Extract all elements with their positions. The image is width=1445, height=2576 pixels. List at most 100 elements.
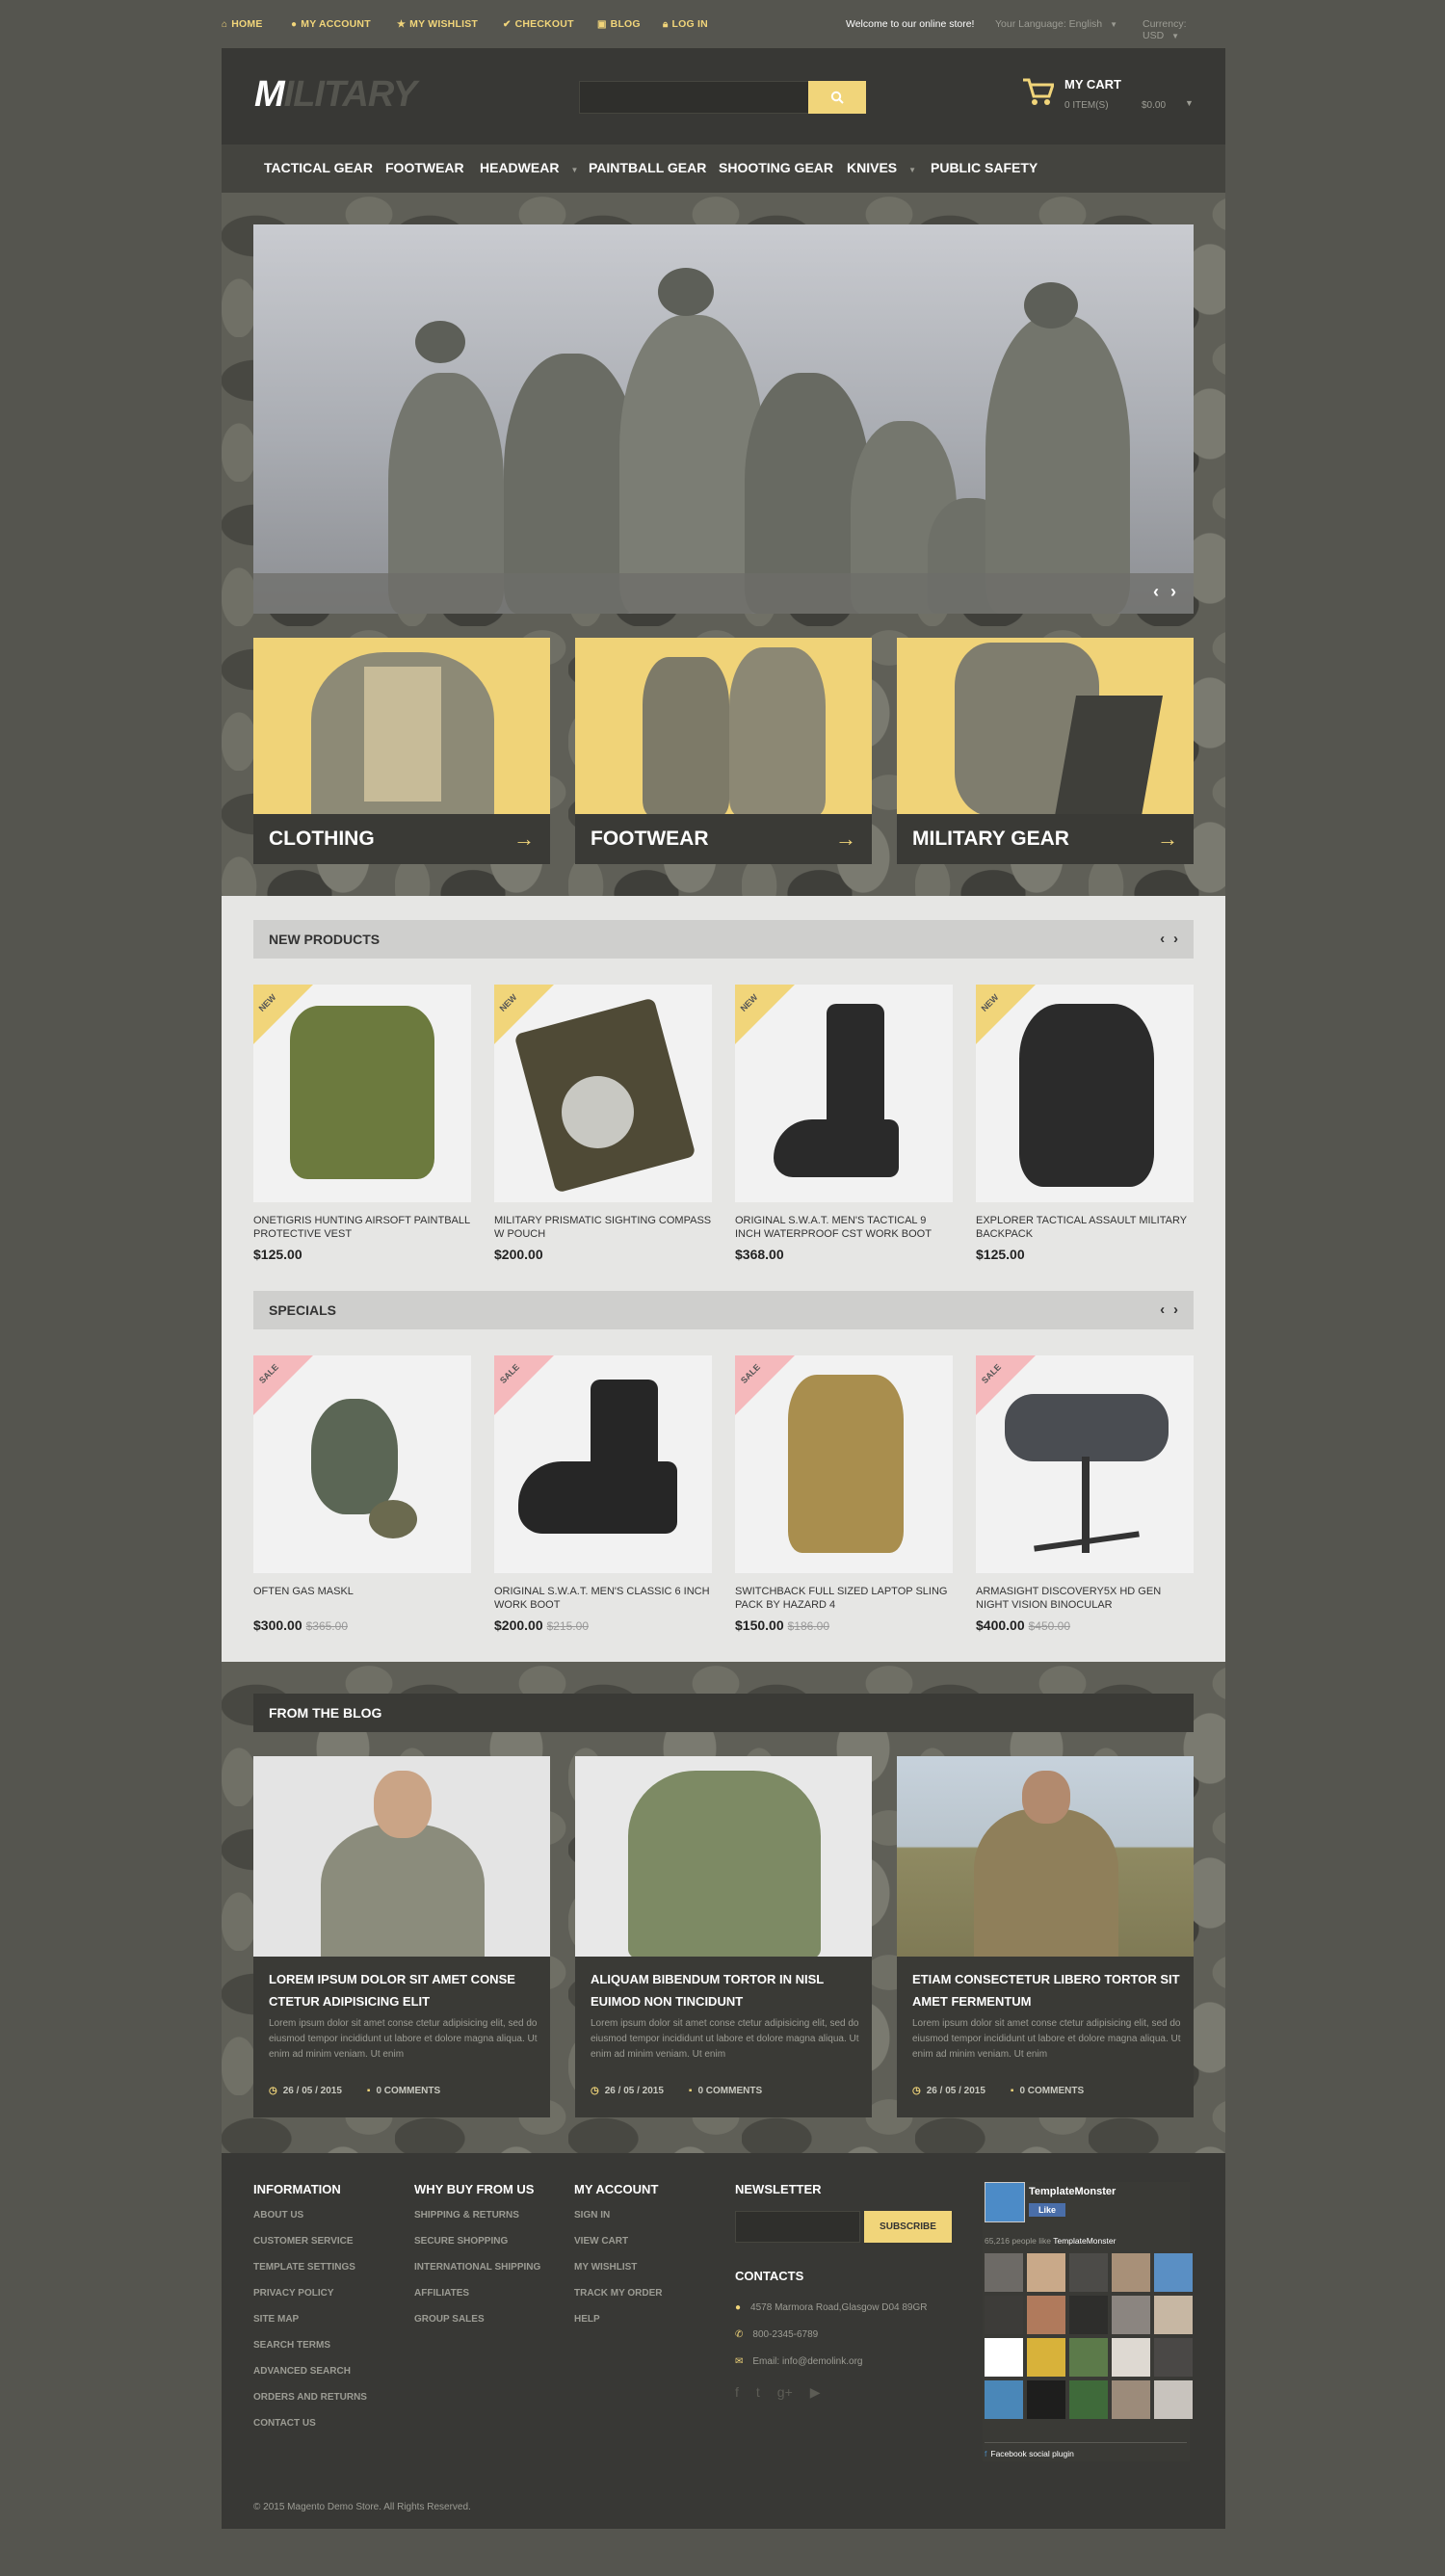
product-image[interactable]: SALE	[976, 1355, 1194, 1573]
slider-next-icon[interactable]: ›	[1170, 582, 1176, 602]
footer-link[interactable]: SITE MAP	[253, 2314, 367, 2325]
newsletter-email-input[interactable]	[735, 2211, 860, 2243]
footer-link[interactable]: ABOUT US	[253, 2210, 367, 2221]
banner-military-gear[interactable]: MILITARY GEAR →	[897, 638, 1194, 864]
blog-post-title[interactable]: ETIAM CONSECTETUR LIBERO TORTOR SIT AMET…	[912, 1968, 1182, 2012]
nav-shooting-gear[interactable]: SHOOTING GEAR	[719, 160, 833, 175]
top-link-my-wishlist[interactable]: ★ MY WISHLIST	[397, 18, 478, 30]
comments-link[interactable]: ▪ 0 COMMENTS	[689, 2086, 762, 2096]
top-link-home[interactable]: ⌂ HOME	[222, 18, 263, 30]
footer-link[interactable]: ORDERS AND RETURNS	[253, 2392, 367, 2403]
twitter-icon[interactable]: t	[756, 2384, 760, 2401]
top-link-my-account[interactable]: ● MY ACCOUNT	[291, 18, 371, 30]
slider-prev-icon[interactable]: ‹	[1153, 582, 1159, 602]
fan-avatar[interactable]	[1027, 2338, 1065, 2377]
fan-avatar[interactable]	[1069, 2253, 1108, 2292]
next-arrow-icon[interactable]: ›	[1173, 1301, 1178, 1318]
product-name[interactable]: SWITCHBACK FULL SIZED LAPTOP SLING PACK …	[735, 1585, 953, 1612]
fan-avatar[interactable]	[985, 2338, 1023, 2377]
fan-avatar[interactable]	[1154, 2380, 1193, 2419]
fan-avatar[interactable]	[1027, 2253, 1065, 2292]
fan-avatar[interactable]	[1069, 2380, 1108, 2419]
product-image[interactable]: NEW	[735, 985, 953, 1202]
footer-link[interactable]: HELP	[574, 2314, 662, 2325]
fan-avatar[interactable]	[1154, 2338, 1193, 2377]
footer-link[interactable]: ADVANCED SEARCH	[253, 2366, 367, 2377]
product-name[interactable]: ARMASIGHT DISCOVERY5X HD GEN NIGHT VISIO…	[976, 1585, 1194, 1612]
fan-avatar[interactable]	[985, 2253, 1023, 2292]
fan-avatar[interactable]	[985, 2380, 1023, 2419]
chevron-down-icon[interactable]: ▼	[1185, 98, 1194, 108]
facebook-page-name[interactable]: TemplateMonster	[1029, 2186, 1116, 2197]
prev-arrow-icon[interactable]: ‹	[1160, 931, 1165, 947]
product-image[interactable]: SALE	[253, 1355, 471, 1573]
footer-link[interactable]: SEARCH TERMS	[253, 2340, 367, 2351]
logo[interactable]: MILITARY	[254, 74, 417, 116]
prev-arrow-icon[interactable]: ‹	[1160, 1301, 1165, 1318]
product-name[interactable]: MILITARY PRISMATIC SIGHTING COMPASS W PO…	[494, 1214, 712, 1241]
contact-email[interactable]: ✉ Email: info@demolink.org	[735, 2356, 862, 2367]
nav-paintball-gear[interactable]: PAINTBALL GEAR	[589, 160, 706, 175]
product-name[interactable]: ONETIGRIS HUNTING AIRSOFT PAINTBALL PROT…	[253, 1214, 471, 1241]
product-name[interactable]: EXPLORER TACTICAL ASSAULT MILITARY BACKP…	[976, 1214, 1194, 1241]
product-image[interactable]: SALE	[735, 1355, 953, 1573]
top-link-checkout[interactable]: ✔ CHECKOUT	[503, 18, 574, 30]
facebook-icon[interactable]: f	[735, 2384, 739, 2401]
nav-tactical-gear[interactable]: TACTICAL GEAR	[264, 160, 373, 175]
fan-avatar[interactable]	[985, 2296, 1023, 2334]
footer-link[interactable]: PRIVACY POLICY	[253, 2288, 367, 2299]
fan-avatar[interactable]	[1112, 2338, 1150, 2377]
footer-link[interactable]: CONTACT US	[253, 2418, 367, 2429]
fan-avatar[interactable]	[1027, 2296, 1065, 2334]
next-arrow-icon[interactable]: ›	[1173, 931, 1178, 947]
cart-title[interactable]: MY CART	[1064, 77, 1121, 92]
footer-link[interactable]: SIGN IN	[574, 2210, 662, 2221]
blog-post-image[interactable]	[575, 1756, 872, 1957]
comments-link[interactable]: ▪ 0 COMMENTS	[367, 2086, 440, 2096]
product-name[interactable]: OFTEN GAS MASKL	[253, 1585, 471, 1612]
comments-link[interactable]: ▪ 0 COMMENTS	[1011, 2086, 1084, 2096]
top-link-log-in[interactable]: 🔒︎ LOG IN	[663, 18, 708, 30]
top-link-blog[interactable]: ▣ BLOG	[597, 18, 641, 30]
blog-post-image[interactable]	[897, 1756, 1194, 1957]
footer-link[interactable]: MY WISHLIST	[574, 2262, 662, 2273]
footer-link[interactable]: TEMPLATE SETTINGS	[253, 2262, 367, 2273]
footer-link[interactable]: INTERNATIONAL SHIPPING	[414, 2262, 540, 2273]
footer-link[interactable]: SECURE SHOPPING	[414, 2236, 540, 2247]
footer-link[interactable]: GROUP SALES	[414, 2314, 540, 2325]
fan-avatar[interactable]	[1112, 2380, 1150, 2419]
fan-avatar[interactable]	[1154, 2253, 1193, 2292]
blog-post-image[interactable]	[253, 1756, 550, 1957]
hero-slider[interactable]: ‹ ›	[253, 224, 1194, 614]
fan-avatar[interactable]	[1154, 2296, 1193, 2334]
footer-link[interactable]: AFFILIATES	[414, 2288, 540, 2299]
fan-avatar[interactable]	[1027, 2380, 1065, 2419]
fan-avatar[interactable]	[1112, 2253, 1150, 2292]
fan-avatar[interactable]	[1112, 2296, 1150, 2334]
language-select[interactable]: Your Language: English ▼	[995, 18, 1117, 30]
youtube-icon[interactable]: ▶	[810, 2384, 821, 2401]
search-input[interactable]	[579, 81, 810, 114]
nav-footwear[interactable]: FOOTWEAR	[385, 160, 464, 175]
blog-post-title[interactable]: ALIQUAM BIBENDUM TORTOR IN NISL EUIMOD N…	[591, 1968, 860, 2012]
currency-select[interactable]: Currency: USD ▼	[1143, 18, 1225, 41]
footer-link[interactable]: TRACK MY ORDER	[574, 2288, 662, 2299]
fan-avatar[interactable]	[1069, 2338, 1108, 2377]
google-plus-icon[interactable]: g+	[777, 2384, 793, 2401]
footer-link[interactable]: SHIPPING & RETURNS	[414, 2210, 540, 2221]
subscribe-button[interactable]: SUBSCRIBE	[864, 2211, 952, 2243]
facebook-page-logo[interactable]	[985, 2182, 1025, 2222]
facebook-like-button[interactable]: Like	[1029, 2203, 1065, 2217]
cart-icon[interactable]	[1021, 75, 1054, 108]
nav-public-safety[interactable]: PUBLIC SAFETY	[931, 160, 1038, 175]
footer-link[interactable]: CUSTOMER SERVICE	[253, 2236, 367, 2247]
product-image[interactable]: NEW	[253, 985, 471, 1202]
nav-knives[interactable]: KNIVES ▼	[847, 160, 916, 175]
product-image[interactable]: NEW	[494, 985, 712, 1202]
product-name[interactable]: ORIGINAL S.W.A.T. MEN'S TACTICAL 9 INCH …	[735, 1214, 953, 1241]
product-image[interactable]: SALE	[494, 1355, 712, 1573]
blog-post-title[interactable]: LOREM IPSUM DOLOR SIT AMET CONSE CTETUR …	[269, 1968, 539, 2012]
fan-avatar[interactable]	[1069, 2296, 1108, 2334]
search-button[interactable]	[808, 81, 866, 114]
footer-link[interactable]: VIEW CART	[574, 2236, 662, 2247]
